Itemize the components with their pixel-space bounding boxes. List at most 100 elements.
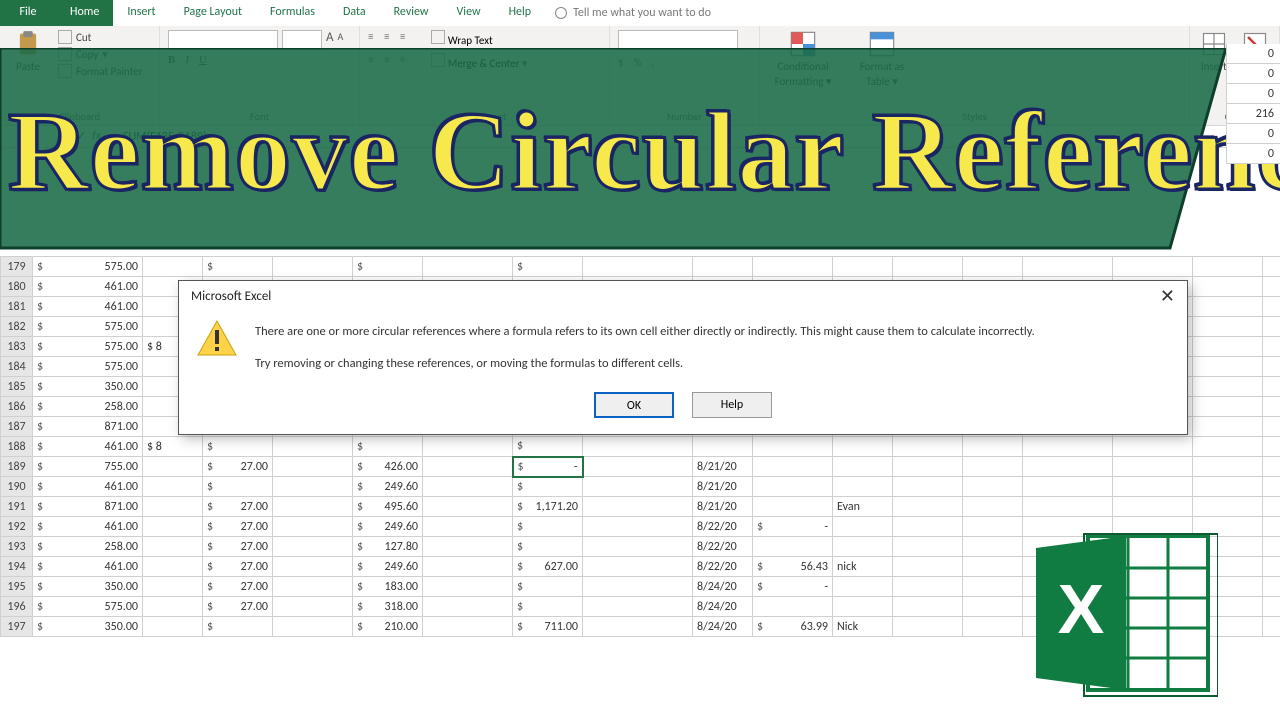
cell[interactable] [583,497,693,517]
cell[interactable] [583,597,693,617]
cell[interactable] [513,257,583,277]
cell[interactable]: 575.00 [33,317,143,337]
cell[interactable]: - [753,577,833,597]
merge-center-button[interactable]: Merge & Center [431,53,527,70]
cell[interactable] [1193,317,1263,337]
font-size-select[interactable] [282,30,322,50]
cell[interactable]: 180 [1,277,33,297]
cell[interactable]: 27.00 [203,577,273,597]
cell[interactable] [1193,497,1263,517]
cell[interactable]: 871.00 [33,497,143,517]
cell[interactable] [143,457,203,477]
cell[interactable] [273,537,353,557]
cell[interactable] [1193,437,1263,457]
cell[interactable] [893,257,963,277]
cell[interactable] [143,617,203,637]
align-buttons-2[interactable]: ≡ ≡ ≡ [368,53,409,70]
cell[interactable]: 194 [1,557,33,577]
cell[interactable] [963,517,1023,537]
cell[interactable] [833,537,893,557]
cell[interactable]: 179 [1,257,33,277]
cell[interactable]: 258.00 [33,537,143,557]
percent-format-button[interactable]: % [634,56,642,69]
cell[interactable]: 575.00 [33,337,143,357]
cell[interactable] [1023,257,1113,277]
cell[interactable] [963,577,1023,597]
cell[interactable] [893,577,963,597]
tab-data[interactable]: Data [329,0,380,26]
cell[interactable] [273,497,353,517]
cell[interactable] [963,617,1023,637]
cell[interactable]: 461.00 [33,277,143,297]
cell[interactable]: 183.00 [353,577,423,597]
cell[interactable] [963,257,1023,277]
underline-button[interactable]: U [199,54,207,66]
cell[interactable] [1263,457,1280,477]
table-row[interactable]: 190461.00249.608/21/200 [1,477,1280,497]
cell[interactable] [1193,457,1263,477]
cell[interactable] [893,437,963,457]
cell[interactable] [963,557,1023,577]
cell[interactable]: 127.80 [353,537,423,557]
cell[interactable] [753,257,833,277]
cell[interactable] [1263,537,1280,557]
table-row[interactable]: 189755.0027.00426.00-8/21/200 [1,457,1280,477]
cell[interactable] [583,257,693,277]
cell[interactable] [423,617,513,637]
cell[interactable] [833,597,893,617]
cell[interactable]: 461.00 [33,297,143,317]
cell[interactable] [143,577,203,597]
cell[interactable]: 186 [1,397,33,417]
cell[interactable] [273,557,353,577]
font-family-select[interactable] [168,30,278,50]
copy-button[interactable]: Copy [58,47,142,61]
cell[interactable] [833,517,893,537]
cell[interactable]: 8/21/20 [693,477,753,497]
cell[interactable] [1263,297,1280,317]
cell[interactable] [893,517,963,537]
cell[interactable]: 461.00 [33,557,143,577]
cell[interactable] [1193,277,1263,297]
cell[interactable] [583,557,693,577]
cell[interactable] [1263,517,1280,537]
cell[interactable] [1023,437,1113,457]
dialog-help-button[interactable]: Help [692,392,772,418]
table-row[interactable]: 191871.0027.00495.601,171.208/21/20Evan7… [1,497,1280,517]
format-painter-button[interactable]: Format Painter [58,64,142,78]
cell[interactable]: 426.00 [353,457,423,477]
cell[interactable] [893,537,963,557]
cell[interactable] [273,437,353,457]
cell[interactable]: 197 [1,617,33,637]
cell[interactable]: 575.00 [33,357,143,377]
cell[interactable]: 8/21/20 [693,457,753,477]
cell[interactable] [753,457,833,477]
cell[interactable] [1113,437,1193,457]
cell[interactable] [1023,457,1113,477]
cell[interactable]: 755.00 [33,457,143,477]
cell[interactable] [583,477,693,497]
cell[interactable] [753,437,833,457]
cell[interactable] [353,257,423,277]
cell[interactable]: nick [833,557,893,577]
cell[interactable] [143,517,203,537]
paste-button[interactable]: Paste [8,30,48,73]
cell[interactable] [833,457,893,477]
cell[interactable] [893,477,963,497]
cell[interactable]: 575.00 [33,257,143,277]
cell[interactable] [143,557,203,577]
cell[interactable]: 258.00 [33,397,143,417]
cell[interactable] [1263,337,1280,357]
cell[interactable] [513,537,583,557]
cell[interactable]: 27.00 [203,517,273,537]
cell[interactable] [833,577,893,597]
cell[interactable] [583,617,693,637]
cell[interactable]: 27.00 [203,597,273,617]
cell[interactable] [583,517,693,537]
cell[interactable] [753,477,833,497]
cell[interactable]: - [753,517,833,537]
cell[interactable] [1263,357,1280,377]
cell[interactable] [273,477,353,497]
cell[interactable]: 190 [1,477,33,497]
cell[interactable]: 183 [1,337,33,357]
wrap-text-button[interactable]: Wrap Text [431,30,492,47]
